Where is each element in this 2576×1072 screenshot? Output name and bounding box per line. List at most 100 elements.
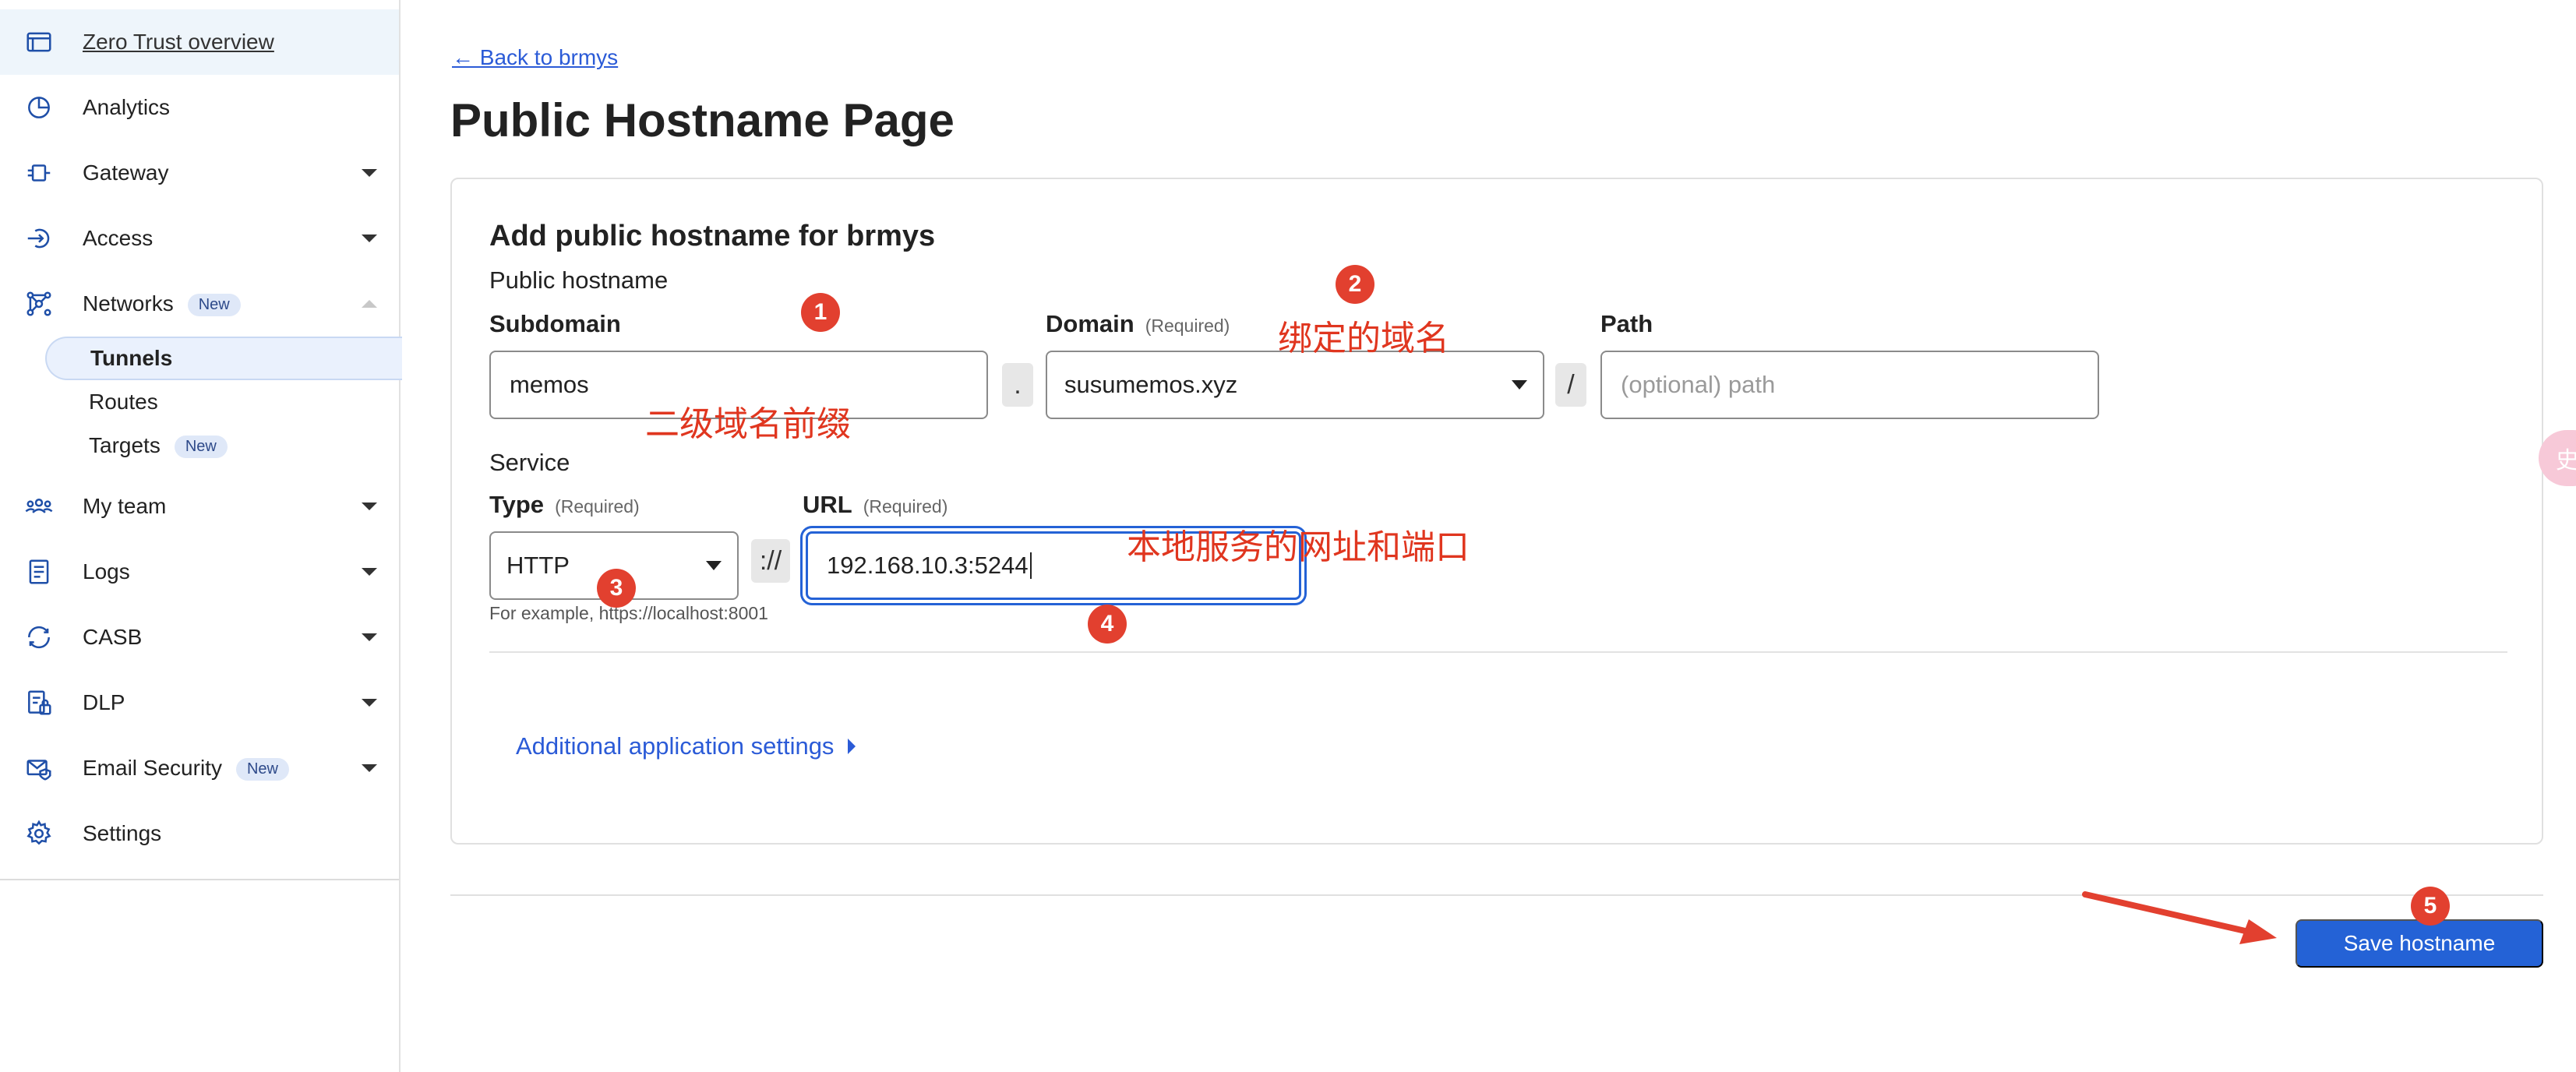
sidebar-item-gateway[interactable]: Gateway [0, 140, 399, 206]
url-required-note: (Required) [863, 496, 948, 517]
annotation-marker-2: 2 [1336, 265, 1374, 304]
email-security-icon [23, 753, 55, 784]
subdomain-label: Subdomain [489, 310, 621, 338]
path-input[interactable]: (optional) path [1600, 351, 2099, 419]
sidebar-item-email-security[interactable]: Email Security New [0, 735, 399, 801]
url-label-text: URL [803, 491, 852, 518]
sidebar-item-settings[interactable]: Settings [0, 801, 399, 866]
page-title: Public Hostname Page [450, 94, 955, 146]
type-label: Type (Required) [489, 491, 640, 519]
chevron-down-icon [1512, 380, 1527, 390]
dlp-icon [23, 687, 55, 718]
annotation-marker-4: 4 [1088, 605, 1127, 644]
annotation-arrow-icon [2082, 891, 2277, 944]
gateway-icon [23, 157, 55, 189]
sidebar-item-networks[interactable]: Networks New [0, 271, 399, 337]
sidebar-item-my-team[interactable]: My team [0, 474, 399, 539]
additional-settings-label: Additional application settings [516, 732, 835, 760]
new-badge: New [235, 758, 289, 781]
dot-separator: . [1002, 363, 1033, 407]
chevron-up-icon[interactable] [362, 300, 377, 308]
sidebar-subitem-routes[interactable]: Routes [44, 380, 158, 424]
sidebar-subitem-targets[interactable]: Targets New [44, 424, 228, 467]
new-badge: New [187, 294, 241, 317]
scheme-separator: :// [751, 539, 790, 583]
sidebar: Zero Trust overview Analytics Gateway Ac… [0, 0, 402, 1072]
sidebar-subitem-label: Tunnels [90, 346, 173, 370]
chevron-down-icon[interactable] [362, 235, 377, 242]
annotation-marker-3: 3 [597, 569, 636, 608]
sidebar-item-access[interactable]: Access [0, 206, 399, 271]
sidebar-item-label-text: Networks [83, 291, 174, 316]
team-icon [23, 491, 55, 522]
sidebar-item-label: Access [83, 226, 154, 250]
domain-label: Domain (Required) [1046, 310, 1230, 338]
new-badge: New [174, 436, 228, 459]
sidebar-item-label: CASB [83, 625, 143, 649]
hostname-form-card: Add public hostname for brmys Public hos… [450, 178, 2543, 845]
domain-value: susumemos.xyz [1064, 371, 1238, 398]
chevron-right-icon [848, 739, 856, 754]
sidebar-item-label-text: Email Security [83, 755, 222, 780]
domain-select[interactable]: susumemos.xyz [1046, 351, 1544, 419]
sidebar-item-zero-trust-overview[interactable]: Zero Trust overview [0, 9, 399, 75]
chevron-down-icon[interactable] [362, 568, 377, 576]
annotation-note-subdomain: 二级域名前缀 [645, 404, 851, 444]
logs-icon [23, 556, 55, 587]
url-label: URL (Required) [803, 491, 947, 519]
path-placeholder: (optional) path [1621, 371, 1776, 398]
sidebar-subitem-tunnels[interactable]: Tunnels [45, 337, 402, 380]
annotation-marker-1: 1 [801, 293, 840, 332]
sidebar-item-label: Networks New [83, 291, 241, 317]
additional-settings-toggle[interactable]: Additional application settings [516, 732, 856, 760]
pie-chart-icon [23, 92, 55, 123]
path-label-text: Path [1600, 310, 1653, 337]
chevron-down-icon[interactable] [362, 633, 377, 641]
sidebar-item-label: Settings [83, 821, 162, 845]
subdomain-value: memos [510, 371, 589, 398]
service-label: Service [489, 449, 570, 476]
url-help-text: For example, https://localhost:8001 [489, 603, 768, 623]
sidebar-item-analytics[interactable]: Analytics [0, 75, 399, 140]
sidebar-item-dlp[interactable]: DLP [0, 670, 399, 735]
public-hostname-label: Public hostname [489, 266, 669, 294]
browser-window-icon [23, 26, 55, 58]
chevron-down-icon[interactable] [362, 699, 377, 707]
casb-icon [23, 622, 55, 653]
domain-label-text: Domain [1046, 310, 1134, 337]
type-required-note: (Required) [555, 496, 640, 517]
sidebar-item-label: Analytics [83, 95, 171, 119]
annotation-marker-5: 5 [2411, 887, 2450, 926]
chevron-down-icon[interactable] [362, 764, 377, 772]
path-label: Path [1600, 310, 1653, 338]
sidebar-item-label: DLP [83, 690, 125, 714]
type-label-text: Type [489, 491, 545, 518]
sidebar-item-label: Gateway [83, 160, 169, 185]
annotation-note-url: 本地服务的网址和端口 [1127, 527, 1470, 567]
access-icon [23, 223, 55, 254]
sidebar-divider [0, 879, 399, 880]
sidebar-subitem-label-text: Targets [89, 432, 161, 457]
chevron-down-icon [706, 561, 722, 570]
sidebar-item-label: Email Security New [83, 756, 289, 781]
chevron-down-icon[interactable] [362, 169, 377, 177]
sidebar-item-label: Logs [83, 559, 130, 584]
sidebar-subitem-label: Targets New [44, 432, 228, 459]
gear-icon [23, 818, 55, 849]
card-title: Add public hostname for brmys [489, 220, 936, 252]
sidebar-item-logs[interactable]: Logs [0, 539, 399, 605]
floating-assistant-bubble[interactable]: 史 [2539, 430, 2576, 486]
url-value: 192.168.10.3:5244 [827, 552, 1029, 579]
save-hostname-button[interactable]: Save hostname [2295, 919, 2543, 968]
floating-assistant-glyph: 史 [2556, 448, 2576, 474]
sidebar-item-casb[interactable]: CASB [0, 605, 399, 670]
domain-required-note: (Required) [1145, 316, 1230, 336]
slash-separator: / [1555, 363, 1586, 407]
sidebar-item-label: My team [83, 494, 167, 518]
subdomain-label-text: Subdomain [489, 310, 621, 337]
annotation-note-domain: 绑定的域名 [1278, 319, 1449, 358]
sidebar-item-label: Zero Trust overview [83, 30, 274, 54]
chevron-down-icon[interactable] [362, 503, 377, 510]
back-link[interactable]: ← Back to brmys [452, 45, 618, 70]
card-divider [489, 651, 2507, 653]
